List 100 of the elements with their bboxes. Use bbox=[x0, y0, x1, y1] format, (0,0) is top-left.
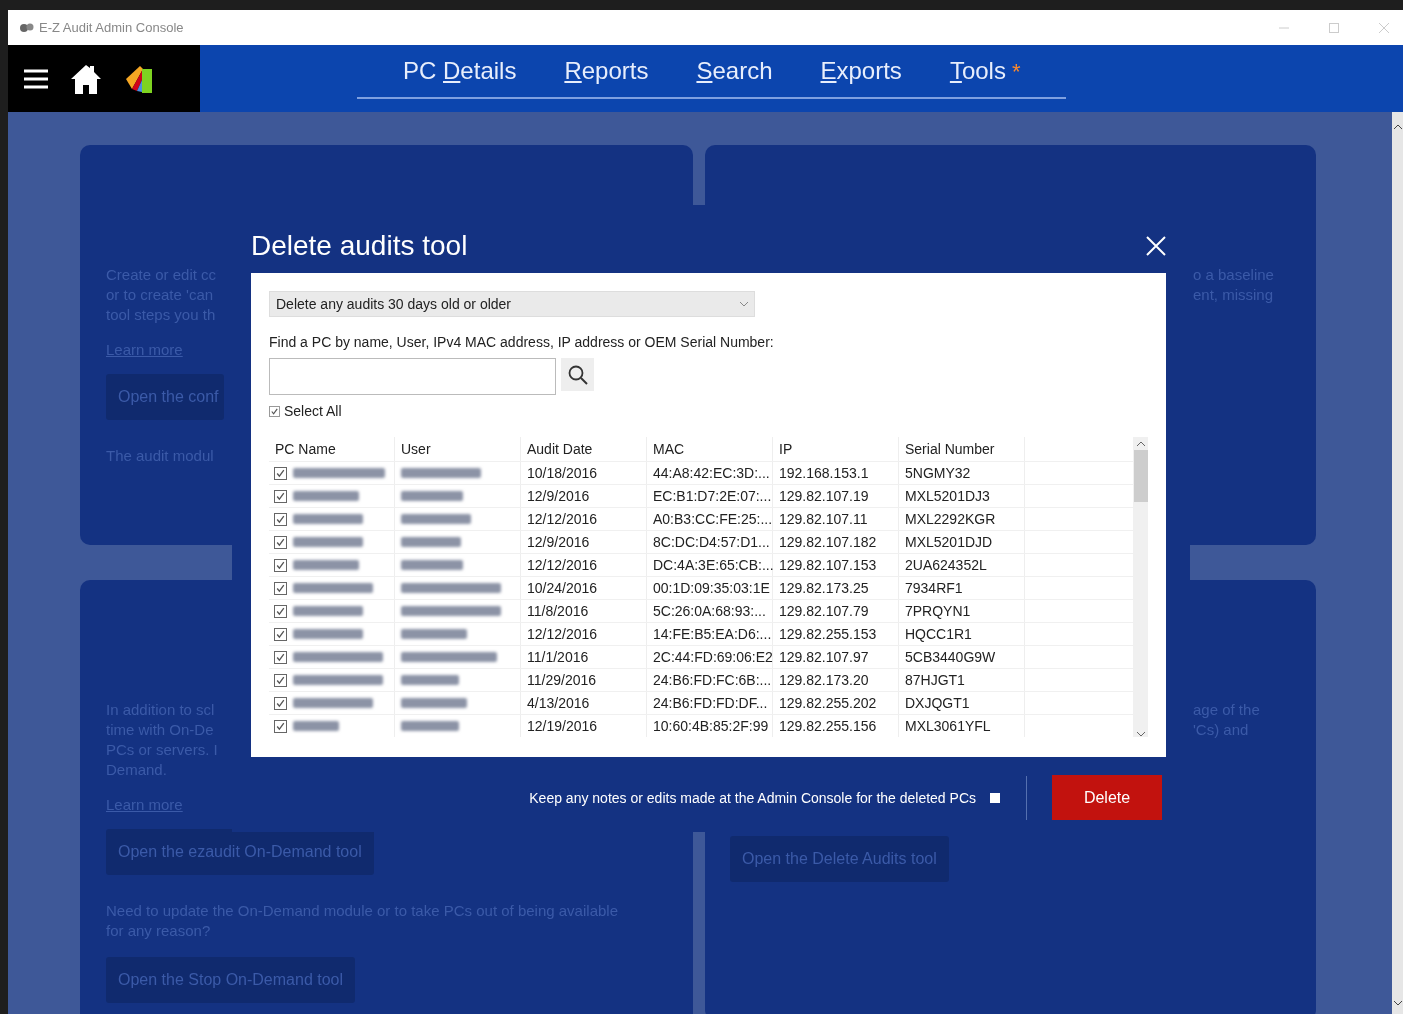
column-header[interactable]: MAC bbox=[647, 437, 773, 461]
table-cell: 12/12/2016 bbox=[521, 554, 647, 576]
table-cell: 5CB3440G9W bbox=[899, 646, 1025, 668]
table-cell: 7PRQYN1 bbox=[899, 600, 1025, 622]
scroll-up-icon[interactable] bbox=[1136, 441, 1145, 446]
column-header[interactable]: Serial Number bbox=[899, 437, 1025, 461]
table-cell: MXL5201DJD bbox=[899, 531, 1025, 553]
column-header[interactable]: Audit Date bbox=[521, 437, 647, 461]
table-cell: HQCC1R1 bbox=[899, 623, 1025, 645]
checkbox[interactable] bbox=[274, 512, 287, 526]
table-cell: 11/8/2016 bbox=[521, 600, 647, 622]
table-cell: 12/19/2016 bbox=[521, 715, 647, 737]
checkbox[interactable] bbox=[269, 405, 280, 417]
checkbox[interactable] bbox=[990, 792, 1000, 803]
table-cell: 129.82.107.11 bbox=[773, 508, 899, 530]
home-icon[interactable] bbox=[70, 62, 102, 95]
chevron-icon bbox=[740, 301, 748, 307]
table-cell: 10/18/2016 bbox=[521, 462, 647, 484]
table-cell: 129.82.107.97 bbox=[773, 646, 899, 668]
table-cell: 24:B6:FD:FC:6B:... bbox=[647, 669, 773, 691]
checkbox[interactable] bbox=[274, 650, 287, 664]
table-cell: 12/12/2016 bbox=[521, 623, 647, 645]
app-icon bbox=[20, 21, 34, 34]
search-icon bbox=[567, 364, 588, 385]
table-cell: 129.82.173.20 bbox=[773, 669, 899, 691]
table-cell: 14:FE:B5:EA:D6:... bbox=[647, 623, 773, 645]
scroll-down-icon[interactable] bbox=[1136, 732, 1145, 737]
redacted-text bbox=[293, 629, 363, 639]
redacted-text bbox=[293, 537, 363, 547]
redacted-text bbox=[401, 514, 471, 524]
checkbox[interactable] bbox=[274, 558, 287, 572]
scroll-up-icon[interactable] bbox=[1393, 124, 1402, 129]
nav-tab[interactable]: PC Details bbox=[379, 57, 541, 85]
redacted-text bbox=[293, 491, 359, 501]
table-cell: 24:B6:FD:FD:DF... bbox=[647, 692, 773, 714]
redacted-text bbox=[401, 675, 459, 685]
redacted-text bbox=[293, 721, 339, 731]
nav-tab[interactable]: Reports bbox=[540, 57, 673, 85]
scrollbar[interactable] bbox=[1392, 112, 1403, 1014]
table-cell: 12/9/2016 bbox=[521, 485, 647, 507]
table-cell: 7934RF1 bbox=[899, 577, 1025, 599]
table-cell: MXL5201DJ3 bbox=[899, 485, 1025, 507]
table-cell: 8C:DC:D4:57:D1... bbox=[647, 531, 773, 553]
scroll-thumb[interactable] bbox=[1133, 450, 1148, 502]
table-cell: 129.82.255.156 bbox=[773, 715, 899, 737]
checkbox[interactable] bbox=[274, 535, 287, 549]
table-cell: 4/13/2016 bbox=[521, 692, 647, 714]
checkbox[interactable] bbox=[274, 627, 287, 641]
nav-tab[interactable]: Exports bbox=[796, 57, 926, 85]
table-cell: 192.168.153.1 bbox=[773, 462, 899, 484]
table-cell: 2UA624352L bbox=[899, 554, 1025, 576]
table-cell: MXL2292KGR bbox=[899, 508, 1025, 530]
table-cell: A0:B3:CC:FE:25:... bbox=[647, 508, 773, 530]
table-cell: 12/9/2016 bbox=[521, 531, 647, 553]
column-header[interactable]: PC Name bbox=[269, 437, 395, 461]
checkbox[interactable] bbox=[274, 489, 287, 503]
table-cell: 129.82.255.153 bbox=[773, 623, 899, 645]
table-cell: 87HJGT1 bbox=[899, 669, 1025, 691]
table-cell: EC:B1:D7:2E:07:... bbox=[647, 485, 773, 507]
age-dropdown[interactable]: Delete any audits 30 days old or older bbox=[269, 291, 755, 317]
table-cell: 129.82.173.25 bbox=[773, 577, 899, 599]
table-cell: 2C:44:FD:69:06:E2 bbox=[647, 646, 773, 668]
menu-icon[interactable] bbox=[24, 68, 48, 89]
keep-notes-label: Keep any notes or edits made at the Admin Console for the deleted PCs bbox=[529, 789, 976, 806]
checkbox[interactable] bbox=[274, 581, 287, 595]
dialog-title: Delete audits tool bbox=[251, 230, 468, 262]
redacted-text bbox=[401, 721, 459, 731]
checkbox[interactable] bbox=[274, 604, 287, 618]
select-all-label: Select All bbox=[284, 403, 342, 419]
checkbox[interactable] bbox=[274, 673, 287, 687]
search-button[interactable] bbox=[561, 358, 594, 391]
redacted-text bbox=[401, 560, 463, 570]
table-cell: 12/12/2016 bbox=[521, 508, 647, 530]
table-cell: 129.82.107.182 bbox=[773, 531, 899, 553]
table-cell: 129.82.255.202 bbox=[773, 692, 899, 714]
table-cell: 00:1D:09:35:03:1E bbox=[647, 577, 773, 599]
scroll-down-icon[interactable] bbox=[1393, 1001, 1402, 1006]
scrollbar[interactable] bbox=[1133, 437, 1148, 737]
table-cell: 11/29/2016 bbox=[521, 669, 647, 691]
redacted-text bbox=[293, 606, 363, 616]
checkbox[interactable] bbox=[274, 696, 287, 710]
table-cell: 10:60:4B:85:2F:99 bbox=[647, 715, 773, 737]
window-title: E-Z Audit Admin Console bbox=[39, 20, 184, 35]
column-header[interactable]: User bbox=[395, 437, 521, 461]
search-field[interactable] bbox=[269, 358, 556, 395]
table-cell: 129.82.107.153 bbox=[773, 554, 899, 576]
nav-tab[interactable]: Search bbox=[672, 57, 797, 85]
table-cell: 129.82.107.19 bbox=[773, 485, 899, 507]
checkbox[interactable] bbox=[274, 719, 287, 733]
delete-button[interactable]: Delete bbox=[1052, 775, 1162, 820]
table-cell: 5C:26:0A:68:93:... bbox=[647, 600, 773, 622]
redacted-text bbox=[401, 491, 463, 501]
redacted-text bbox=[401, 698, 467, 708]
redacted-text bbox=[293, 560, 359, 570]
checkbox[interactable] bbox=[274, 466, 287, 480]
nav-tab[interactable]: Tools * bbox=[925, 57, 1045, 85]
column-header[interactable]: IP bbox=[773, 437, 899, 461]
redacted-text bbox=[401, 629, 467, 639]
table-cell: 44:A8:42:EC:3D:... bbox=[647, 462, 773, 484]
redacted-text bbox=[293, 514, 363, 524]
